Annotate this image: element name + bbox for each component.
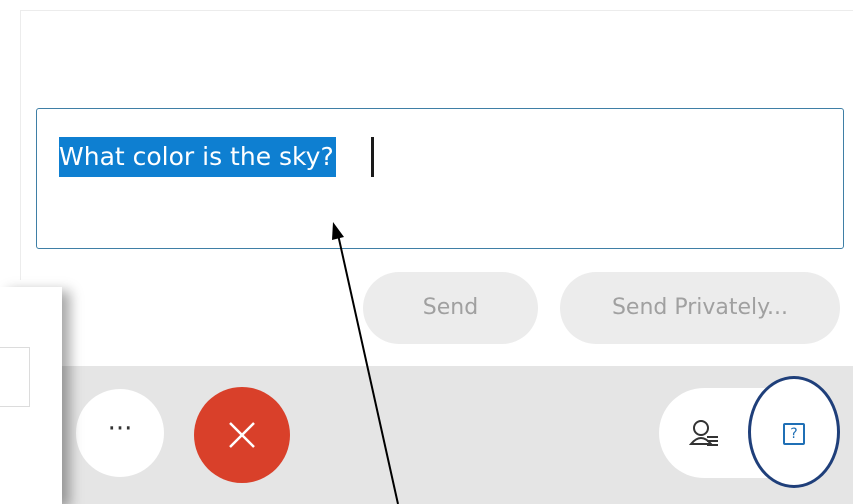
more-options-button[interactable]: ··· bbox=[76, 389, 164, 477]
panel-left-divider bbox=[20, 10, 21, 280]
meeting-toolbar: ··· ? bbox=[62, 366, 853, 504]
qa-button[interactable]: ? bbox=[748, 376, 840, 488]
close-x-icon bbox=[229, 422, 255, 448]
panel-top-divider bbox=[20, 10, 853, 11]
question-mark-box-icon: ? bbox=[783, 423, 805, 445]
selected-question-text[interactable]: What color is the sky? bbox=[59, 137, 336, 177]
side-panel-field[interactable] bbox=[0, 347, 30, 407]
send-privately-button[interactable]: Send Privately... bbox=[560, 272, 840, 344]
more-options-icon: ··· bbox=[107, 414, 133, 444]
side-panel bbox=[0, 287, 62, 504]
text-cursor bbox=[371, 137, 374, 177]
leave-meeting-button[interactable] bbox=[194, 387, 290, 483]
participants-list-icon bbox=[689, 420, 718, 446]
question-input[interactable]: What color is the sky? bbox=[36, 108, 844, 249]
send-button[interactable]: Send bbox=[363, 272, 538, 344]
